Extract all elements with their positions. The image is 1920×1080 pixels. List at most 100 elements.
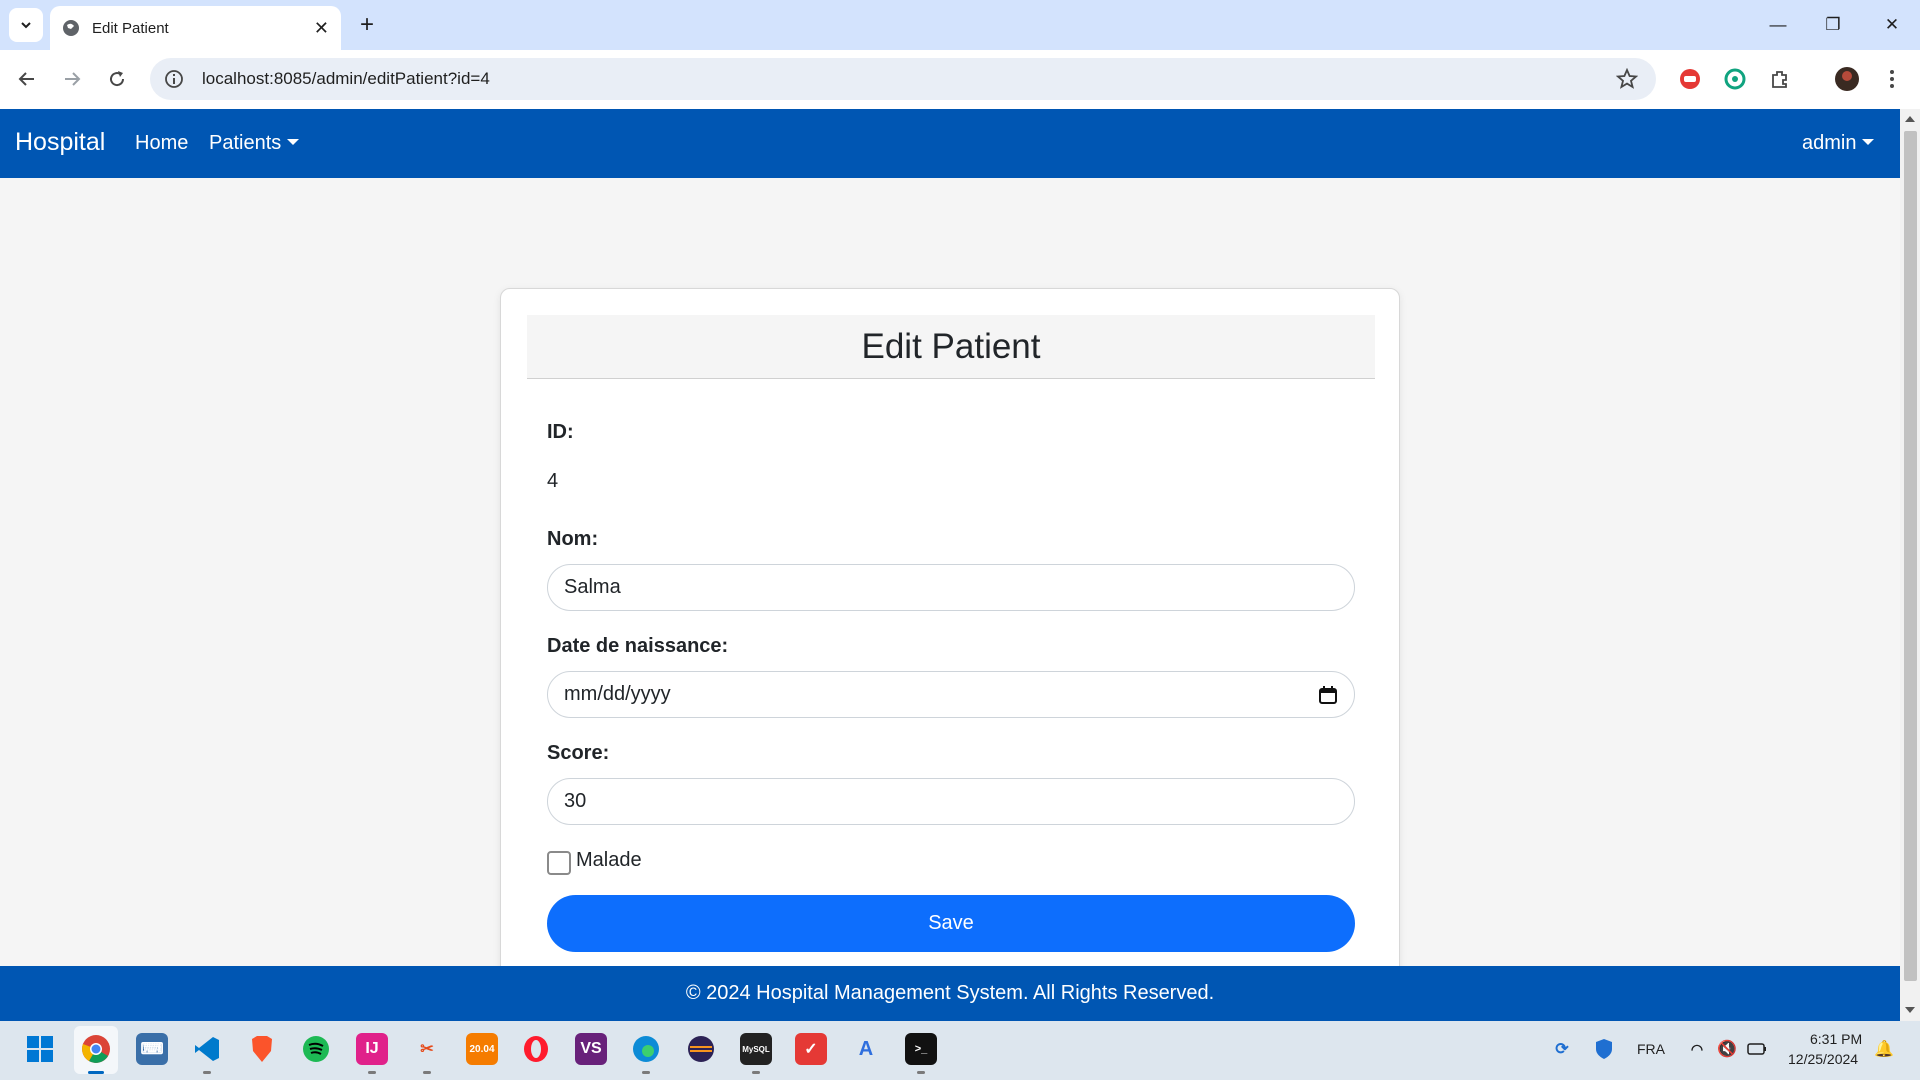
windows-start-icon[interactable] [24,1033,56,1065]
malade-checkbox[interactable] [547,851,571,875]
puzzle-icon [1772,71,1787,88]
date-label: Date de naissance: [547,635,729,657]
intellij-icon[interactable]: IJ [356,1033,388,1065]
running-indicator [752,1071,760,1074]
running-indicator [368,1071,376,1074]
card-header: Edit Patient [527,315,1375,379]
chevron-down-icon [21,22,31,29]
site-info-icon [165,70,183,88]
battery-icon[interactable] [1741,1033,1773,1065]
translate-app-icon[interactable]: A [850,1033,882,1065]
navbar-brand[interactable]: Hospital [15,128,105,157]
running-indicator [917,1071,925,1074]
minimize-button[interactable]: — [1758,10,1798,40]
more-vertical-icon [1890,70,1894,88]
shield-icon[interactable] [1588,1033,1620,1065]
running-indicator [642,1071,650,1074]
address-bar[interactable]: localhost:8085/admin/editPatient?id=4 [150,58,1656,100]
windows-taskbar: ⌨ IJ ✂ 20.04 VS MySQL ✓ A >_ ⟳ FRA ◠ 🔇 6… [0,1021,1920,1080]
running-indicator [203,1071,211,1074]
extensions-menu-button[interactable] [1764,63,1796,95]
extension-button[interactable] [1719,63,1751,95]
visual-studio-icon[interactable]: VS [575,1033,607,1065]
reload-button[interactable] [101,63,133,95]
scroll-down-arrow[interactable] [1905,1007,1915,1013]
spotify-icon[interactable] [300,1033,332,1065]
browser-menu-button[interactable] [1876,63,1908,95]
back-button[interactable] [11,63,43,95]
avatar [1835,67,1859,91]
id-label: ID: [547,421,574,443]
nav-dropdown-patients[interactable]: Patients [209,132,300,155]
extension-button[interactable] [1674,63,1706,95]
browser-toolbar: localhost:8085/admin/editPatient?id=4 [0,50,1920,109]
language-indicator[interactable]: FRA [1637,1041,1665,1057]
tab-title: Edit Patient [92,19,169,37]
calendar-icon[interactable] [1318,685,1338,705]
profile-button[interactable] [1831,63,1863,95]
date-placeholder: mm/dd/yyyy [564,683,671,705]
score-label: Score: [547,742,610,764]
browser-tab[interactable]: Edit Patient ✕ [50,6,341,50]
new-tab-button[interactable]: + [352,10,382,40]
bookmark-star-button[interactable] [1611,63,1643,95]
nom-value: Salma [564,576,621,598]
opera-icon[interactable] [520,1033,552,1065]
brave-icon[interactable] [246,1033,278,1065]
caret-down-icon [287,138,300,145]
eclipse-icon[interactable] [685,1033,717,1065]
tab-search-button[interactable] [9,8,43,42]
arrow-left-icon [18,72,34,86]
code-extension-icon [1680,69,1700,89]
edit-patient-card: Edit Patient ID: 4 Nom: Salma Date de na… [500,288,1400,1028]
browser-tabstrip: Edit Patient ✕ + — ❐ ✕ [0,0,1920,50]
wifi-icon[interactable]: ◠ [1681,1033,1713,1065]
clock-time[interactable]: 6:31 PM [1810,1031,1862,1047]
keyboard-app-icon[interactable]: ⌨ [136,1033,168,1065]
id-value: 4 [547,470,559,492]
scroll-up-arrow[interactable] [1905,116,1915,122]
score-field[interactable]: 30 [547,778,1355,825]
score-value: 30 [564,790,587,812]
nav-link-home[interactable]: Home [135,132,188,155]
active-indicator [88,1071,104,1074]
nom-label: Nom: [547,528,599,550]
vscode-icon[interactable] [191,1033,223,1065]
clock-date[interactable]: 12/25/2024 [1788,1051,1858,1067]
todo-app-icon[interactable]: ✓ [795,1033,827,1065]
sync-icon[interactable]: ⟳ [1546,1033,1578,1065]
app-navbar: Hospital Home Patients admin [0,109,1900,178]
edge-icon[interactable] [630,1033,662,1065]
mysql-icon[interactable]: MySQL [740,1033,772,1065]
malade-label[interactable]: Malade [576,849,642,872]
speaker-muted-icon[interactable]: 🔇 [1711,1033,1743,1065]
running-indicator [423,1071,431,1074]
url-text: localhost:8085/admin/editPatient?id=4 [202,69,490,88]
restore-button[interactable]: ❐ [1813,10,1853,40]
nom-field[interactable]: Salma [547,564,1355,611]
chrome-icon[interactable] [80,1033,112,1065]
reload-icon [110,71,125,87]
date-naissance-field[interactable]: mm/dd/yyyy [547,671,1355,718]
nav-dropdown-label: Patients [209,132,282,154]
close-icon[interactable]: ✕ [314,18,329,39]
page-scrollbar[interactable] [1900,109,1920,1021]
page-footer: © 2024 Hospital Management System. All R… [0,966,1900,1021]
footer-text: © 2024 Hospital Management System. All R… [685,982,1215,1004]
snipping-tool-icon[interactable]: ✂ [411,1033,443,1065]
ubuntu-icon[interactable]: 20.04 [466,1033,498,1065]
forward-button[interactable] [56,63,88,95]
notification-bell-icon[interactable]: 🔔 [1868,1033,1900,1065]
user-dropdown[interactable]: admin [1802,132,1875,155]
scroll-thumb[interactable] [1904,131,1917,981]
terminal-icon[interactable]: >_ [905,1033,937,1065]
star-icon [1616,68,1638,89]
close-window-button[interactable]: ✕ [1872,10,1912,40]
page-title: Edit Patient [861,326,1041,366]
chatgpt-icon [1724,68,1746,90]
user-name: admin [1802,132,1857,154]
caret-down-icon [1862,138,1875,145]
arrow-right-icon [65,72,81,86]
save-button-label: Save [928,912,974,934]
save-button[interactable]: Save [547,895,1355,952]
